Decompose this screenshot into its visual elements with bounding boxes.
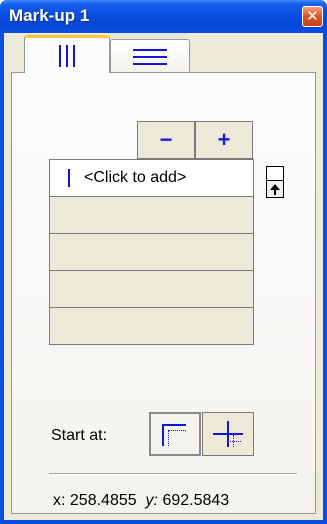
list-item[interactable]: [49, 197, 254, 234]
minus-icon: −: [159, 127, 173, 152]
corner-origin-icon: [160, 421, 190, 447]
x-value: 258.4855: [69, 492, 137, 509]
coordinate-readout: x: 258.4855 y: 692.5843: [53, 492, 229, 510]
remove-button[interactable]: −: [137, 121, 195, 159]
list-item-add[interactable]: <Click to add>: [49, 160, 254, 197]
collapse-button[interactable]: [266, 166, 284, 198]
window-title: Mark-up 1: [9, 6, 90, 25]
close-icon: ✕: [306, 8, 319, 25]
vertical-lines-icon: [59, 44, 75, 67]
add-button[interactable]: +: [195, 121, 253, 159]
title-bar[interactable]: Mark-up 1 ✕: [0, 0, 327, 33]
client-area: − + <Click to add> Start at: x: 258.4855…: [4, 33, 323, 520]
x-label: x:: [53, 492, 66, 509]
list-item[interactable]: [49, 234, 254, 271]
start-at-label: Start at:: [51, 427, 108, 444]
tab-vertical[interactable]: [24, 35, 110, 73]
y-label: y:: [145, 492, 158, 509]
markup-window: Mark-up 1 ✕ − + <Click to add> Start at:…: [0, 0, 327, 524]
close-button[interactable]: ✕: [302, 6, 323, 27]
horizontal-lines-icon: [133, 48, 167, 65]
add-item-label: <Click to add>: [84, 169, 187, 186]
start-corner-button[interactable]: [149, 412, 201, 456]
list-item[interactable]: [49, 308, 254, 345]
tab-horizontal[interactable]: [110, 39, 190, 73]
markup-list: <Click to add>: [49, 159, 254, 345]
line-marker-icon: [68, 169, 70, 187]
y-value: 692.5843: [162, 492, 230, 509]
start-center-button[interactable]: [202, 412, 254, 456]
divider: [49, 473, 297, 475]
plus-icon: +: [217, 127, 231, 152]
list-item[interactable]: [49, 271, 254, 308]
center-origin-icon: [211, 421, 245, 447]
